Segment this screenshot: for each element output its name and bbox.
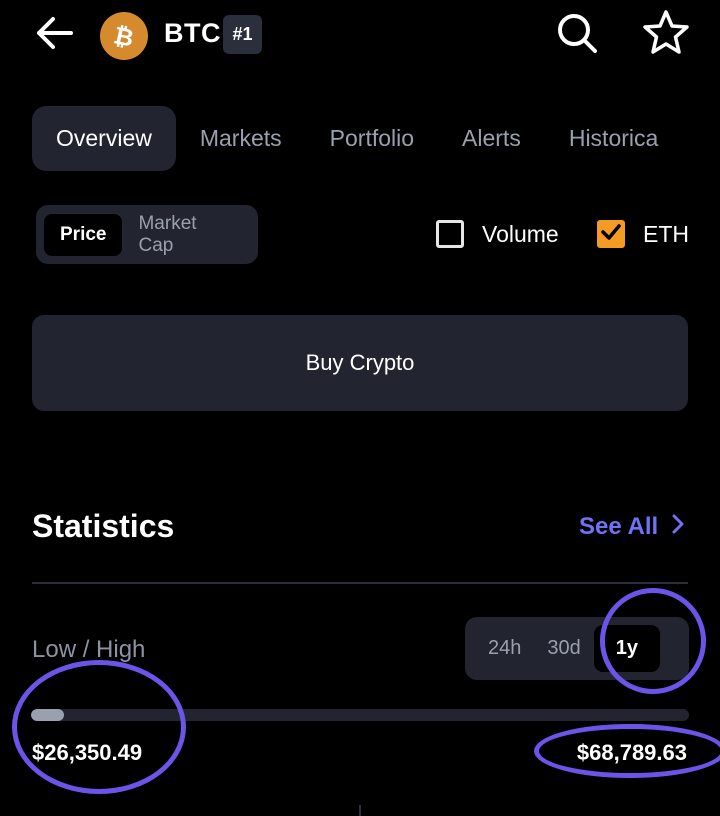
low-high-label: Low / High xyxy=(32,636,146,663)
chevron-right-icon xyxy=(672,513,684,541)
market-cap-toggle[interactable]: Market Cap xyxy=(122,213,250,256)
svg-text:₿: ₿ xyxy=(111,21,136,51)
star-outline-icon xyxy=(642,9,690,60)
volume-label: Volume xyxy=(482,221,559,247)
see-all-link[interactable]: See All xyxy=(579,513,684,541)
price-toggle[interactable]: Price xyxy=(44,213,123,256)
tab-alerts[interactable]: Alerts xyxy=(438,106,545,171)
eth-label: ETH xyxy=(643,221,689,247)
range-selector: 24h 30d 1y xyxy=(465,617,689,680)
rank-badge: #1 xyxy=(223,15,262,54)
tab-overview[interactable]: Overview xyxy=(32,106,176,171)
back-button[interactable] xyxy=(30,12,80,58)
see-all-label: See All xyxy=(579,513,659,540)
low-value: $26,350.49 xyxy=(32,740,143,765)
bitcoin-logo-icon: ₿ xyxy=(100,12,148,60)
range-bar-fill xyxy=(31,709,64,721)
tab-historical[interactable]: Historica xyxy=(545,106,682,171)
range-30d[interactable]: 30d xyxy=(534,625,593,672)
coin-symbol: BTC xyxy=(164,18,221,48)
favorite-button[interactable] xyxy=(640,8,692,60)
column-divider xyxy=(359,805,361,816)
tab-portfolio[interactable]: Portfolio xyxy=(306,106,438,171)
search-button[interactable] xyxy=(552,10,602,60)
buy-crypto-button[interactable]: Buy Crypto xyxy=(32,315,688,411)
tab-markets[interactable]: Markets xyxy=(176,106,306,171)
divider xyxy=(32,582,688,584)
tab-bar: Overview Markets Portfolio Alerts Histor… xyxy=(32,106,682,171)
volume-checkbox[interactable] xyxy=(436,220,464,248)
low-high-range-bar xyxy=(31,709,689,721)
arrow-left-icon xyxy=(36,16,74,55)
high-value: $68,789.63 xyxy=(576,740,687,765)
search-icon xyxy=(555,11,599,60)
range-24h[interactable]: 24h xyxy=(475,625,534,672)
range-1y[interactable]: 1y xyxy=(593,625,660,672)
chart-type-toggle: Price Market Cap xyxy=(36,205,258,264)
statistics-heading: Statistics xyxy=(32,508,175,544)
check-icon xyxy=(601,223,621,246)
annotation-circle-low xyxy=(12,660,186,794)
eth-checkbox[interactable] xyxy=(597,220,625,248)
